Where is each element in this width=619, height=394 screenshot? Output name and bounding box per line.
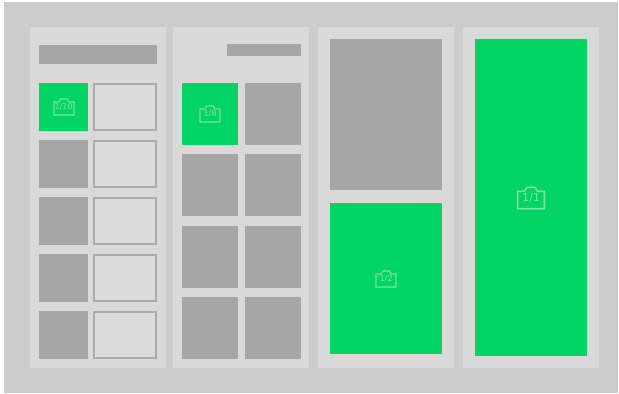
photo-slot[interactable] (245, 154, 301, 216)
photo-count-badge: 1/1 (522, 190, 540, 204)
camera-icon: 1/2 (374, 269, 398, 288)
photo-slot[interactable] (182, 226, 238, 288)
layout-option-eight-photos[interactable]: 1/8 (173, 27, 309, 368)
photo-count-badge: 1/2 (379, 273, 393, 283)
photo-slot[interactable] (39, 311, 88, 359)
caption-slot[interactable] (93, 311, 157, 359)
caption-slot[interactable] (93, 140, 157, 188)
photo-slot[interactable] (330, 39, 442, 190)
caption-slot[interactable] (93, 197, 157, 245)
photo-slot[interactable] (182, 297, 238, 359)
photo-slot[interactable] (245, 226, 301, 288)
photo-count-badge: 1/8 (203, 109, 217, 118)
camera-icon: 1/10 (52, 98, 76, 116)
caption-slot[interactable] (93, 83, 157, 131)
title-placeholder-bar (39, 45, 157, 64)
camera-icon: 1/1 (515, 185, 547, 211)
title-placeholder-bar (227, 44, 301, 56)
photo-slot[interactable] (39, 197, 88, 245)
layout-option-ten-photos[interactable]: 1/10 (30, 27, 166, 368)
photo-slot-active[interactable]: 1/8 (182, 83, 238, 145)
photo-slot-active[interactable]: 1/1 (475, 39, 587, 356)
layout-option-one-photo[interactable]: 1/1 (463, 27, 599, 368)
photo-slot[interactable] (245, 83, 301, 145)
photo-slot-active[interactable]: 1/2 (330, 203, 442, 354)
photo-slot[interactable] (39, 254, 88, 302)
photo-slot-active[interactable]: 1/10 (39, 83, 88, 131)
photo-slot[interactable] (39, 140, 88, 188)
photo-slot[interactable] (245, 297, 301, 359)
camera-icon: 1/8 (198, 105, 222, 123)
layout-option-two-photos[interactable]: 1/2 (318, 27, 454, 368)
caption-slot[interactable] (93, 254, 157, 302)
layout-preview-canvas: 1/10 1/8 1/2 1/1 (4, 2, 618, 393)
photo-slot[interactable] (182, 154, 238, 216)
photo-count-badge: 1/10 (54, 102, 73, 111)
